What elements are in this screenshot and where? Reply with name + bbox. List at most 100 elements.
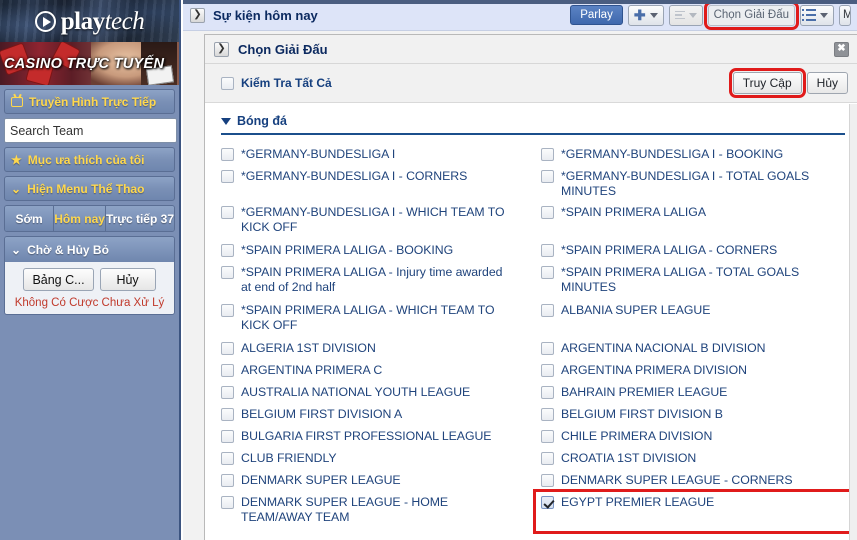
league-list-item[interactable]: ARGENTINA PRIMERA C bbox=[205, 360, 525, 382]
league-checkbox[interactable] bbox=[541, 148, 554, 161]
view-list-button[interactable] bbox=[800, 4, 834, 26]
league-checkbox[interactable] bbox=[541, 304, 554, 317]
league-list-item[interactable]: DENMARK SUPER LEAGUE bbox=[205, 470, 525, 492]
live-tv-button[interactable]: Truyền Hình Trực Tiếp bbox=[4, 89, 175, 114]
league-checkbox[interactable] bbox=[221, 304, 234, 317]
league-list-item[interactable]: *GERMANY-BUNDESLIGA I - BOOKING bbox=[525, 144, 857, 166]
league-list-item[interactable]: ALGERIA 1ST DIVISION bbox=[205, 338, 525, 360]
dialog-expand-button[interactable]: ❯ bbox=[214, 41, 229, 57]
league-label: *SPAIN PRIMERA LALIGA - TOTAL GOALS MINU… bbox=[561, 265, 800, 294]
league-list-item[interactable]: *GERMANY-BUNDESLIGA I - CORNERS bbox=[205, 166, 525, 202]
league-checkbox[interactable] bbox=[221, 364, 234, 377]
league-checkbox[interactable] bbox=[221, 170, 234, 183]
overflow-button[interactable]: M bbox=[839, 4, 851, 26]
league-checkbox[interactable] bbox=[221, 148, 234, 161]
league-list-item[interactable]: *GERMANY-BUNDESLIGA I bbox=[205, 144, 525, 166]
search-button[interactable] bbox=[180, 118, 181, 143]
bet-slip-button[interactable]: Bảng C... bbox=[23, 268, 94, 291]
league-checkbox[interactable] bbox=[221, 496, 234, 509]
league-label: *GERMANY-BUNDESLIGA I - WHICH TEAM TO KI… bbox=[241, 205, 505, 234]
casino-banner[interactable]: CASINO TRỰC TUYẾN bbox=[0, 42, 179, 85]
league-list-item[interactable]: *SPAIN PRIMERA LALIGA bbox=[525, 202, 857, 240]
check-all-checkbox[interactable] bbox=[221, 76, 234, 90]
expand-panel-button[interactable]: ❯ bbox=[190, 7, 205, 23]
submit-button[interactable]: Truy Cập bbox=[728, 68, 806, 98]
parlay-button[interactable]: Parlay bbox=[570, 5, 623, 25]
league-checkbox[interactable] bbox=[541, 364, 554, 377]
league-checkbox[interactable] bbox=[221, 430, 234, 443]
league-checkbox[interactable] bbox=[541, 496, 554, 509]
league-checkbox[interactable] bbox=[221, 266, 234, 279]
league-checkbox[interactable] bbox=[541, 386, 554, 399]
add-button[interactable]: ✚ bbox=[627, 4, 664, 26]
league-list-item[interactable]: *SPAIN PRIMERA LALIGA - CORNERS bbox=[525, 240, 857, 262]
league-label: CLUB FRIENDLY bbox=[241, 451, 337, 465]
league-checkbox[interactable] bbox=[221, 244, 234, 257]
sort-button[interactable] bbox=[668, 4, 703, 26]
segment-early[interactable]: Sớm bbox=[5, 206, 55, 231]
cancel-bets-button[interactable]: Hủy bbox=[99, 268, 156, 291]
league-list-item[interactable]: CROATIA 1ST DIVISION bbox=[525, 448, 857, 470]
segment-live[interactable]: Trực tiếp 37 bbox=[105, 206, 174, 231]
league-list-item[interactable]: ARGENTINA PRIMERA DIVISION bbox=[525, 360, 857, 382]
search-input[interactable] bbox=[4, 118, 177, 143]
brand-wordmark: playtech bbox=[61, 9, 145, 34]
league-checkbox[interactable] bbox=[221, 474, 234, 487]
league-list-item[interactable]: DENMARK SUPER LEAGUE - CORNERS bbox=[525, 470, 857, 492]
sidebar: playtech CASINO TRỰC TUYẾN Truyền Hình T… bbox=[0, 0, 181, 540]
sports-menu-button[interactable]: ⌄ Hiện Menu Thể Thao bbox=[4, 176, 175, 201]
league-checkbox[interactable] bbox=[541, 266, 554, 279]
league-list-item[interactable]: BELGIUM FIRST DIVISION A bbox=[205, 404, 525, 426]
league-checkbox[interactable] bbox=[541, 408, 554, 421]
plus-icon: ✚ bbox=[633, 7, 646, 23]
league-list-item[interactable]: ALBANIA SUPER LEAGUE bbox=[525, 300, 857, 338]
league-list-item[interactable]: *SPAIN PRIMERA LALIGA - WHICH TEAM TO KI… bbox=[205, 300, 525, 338]
league-label: *SPAIN PRIMERA LALIGA - CORNERS bbox=[561, 243, 778, 257]
close-icon[interactable]: ✖ bbox=[834, 41, 849, 57]
league-list-item[interactable]: BULGARIA FIRST PROFESSIONAL LEAGUE bbox=[205, 426, 525, 448]
chevron-down-icon bbox=[820, 12, 828, 18]
chevron-down-icon bbox=[688, 12, 697, 18]
league-list-item[interactable]: *GERMANY-BUNDESLIGA I - TOTAL GOALS MINU… bbox=[525, 166, 857, 202]
league-checkbox[interactable] bbox=[541, 342, 554, 355]
league-list-item[interactable]: BAHRAIN PREMIER LEAGUE bbox=[525, 382, 857, 404]
league-checkbox[interactable] bbox=[541, 452, 554, 465]
league-list-item[interactable]: CLUB FRIENDLY bbox=[205, 448, 525, 470]
league-checkbox[interactable] bbox=[541, 474, 554, 487]
pending-panel-title: Chờ & Hủy Bỏ bbox=[27, 242, 109, 257]
league-checkbox[interactable] bbox=[541, 430, 554, 443]
league-checkbox[interactable] bbox=[221, 206, 234, 219]
league-list-item[interactable]: CHILE PRIMERA DIVISION bbox=[525, 426, 857, 448]
league-checkbox[interactable] bbox=[221, 408, 234, 421]
league-label: *SPAIN PRIMERA LALIGA - BOOKING bbox=[241, 243, 454, 257]
playtech-logo-banner: playtech bbox=[0, 0, 179, 42]
league-checkbox[interactable] bbox=[221, 342, 234, 355]
league-list-item[interactable]: AUSTRALIA NATIONAL YOUTH LEAGUE bbox=[205, 382, 525, 404]
select-league-button[interactable]: Chọn Giải Đấu bbox=[703, 0, 800, 30]
league-list-item[interactable]: *SPAIN PRIMERA LALIGA - TOTAL GOALS MINU… bbox=[525, 262, 857, 300]
league-list-item[interactable]: *SPAIN PRIMERA LALIGA - Injury time awar… bbox=[205, 262, 525, 300]
league-checkbox[interactable] bbox=[221, 386, 234, 399]
league-checkbox[interactable] bbox=[541, 170, 554, 183]
league-checkbox[interactable] bbox=[541, 244, 554, 257]
league-label: *SPAIN PRIMERA LALIGA - Injury time awar… bbox=[241, 265, 503, 294]
league-list-item[interactable]: ARGENTINA NACIONAL B DIVISION bbox=[525, 338, 857, 360]
league-checkbox[interactable] bbox=[541, 206, 554, 219]
pending-panel-header[interactable]: ⌄ Chờ & Hủy Bỏ bbox=[5, 237, 174, 262]
league-list-item[interactable]: DENMARK SUPER LEAGUE - HOME TEAM/AWAY TE… bbox=[205, 492, 525, 530]
league-label: *GERMANY-BUNDESLIGA I - TOTAL GOALS MINU… bbox=[561, 169, 810, 198]
league-checkbox[interactable] bbox=[221, 452, 234, 465]
league-list-item[interactable]: *SPAIN PRIMERA LALIGA - BOOKING bbox=[205, 240, 525, 262]
league-list-item[interactable]: BELGIUM FIRST DIVISION B bbox=[525, 404, 857, 426]
pending-panel: ⌄ Chờ & Hủy Bỏ Bảng C... Hủy Không Có Cư… bbox=[4, 236, 175, 315]
search-row bbox=[4, 118, 177, 143]
league-list-item[interactable]: EGYPT PREMIER LEAGUE bbox=[525, 489, 857, 534]
cancel-button[interactable]: Hủy bbox=[806, 72, 848, 94]
sport-section-header[interactable]: Bóng đá bbox=[205, 104, 857, 133]
league-list-item[interactable]: *GERMANY-BUNDESLIGA I - WHICH TEAM TO KI… bbox=[205, 202, 525, 240]
chevron-down-icon: ⌄ bbox=[11, 242, 22, 257]
segment-today[interactable]: Hôm nay bbox=[54, 206, 106, 231]
toolbar-actions: Parlay ✚ Chọn Giải Đấu M bbox=[570, 0, 851, 30]
favorites-button[interactable]: ★ Mục ưa thích của tôi bbox=[4, 147, 175, 172]
dialog-subheader: Kiểm Tra Tất Cả Truy Cập Hủy bbox=[205, 64, 857, 103]
